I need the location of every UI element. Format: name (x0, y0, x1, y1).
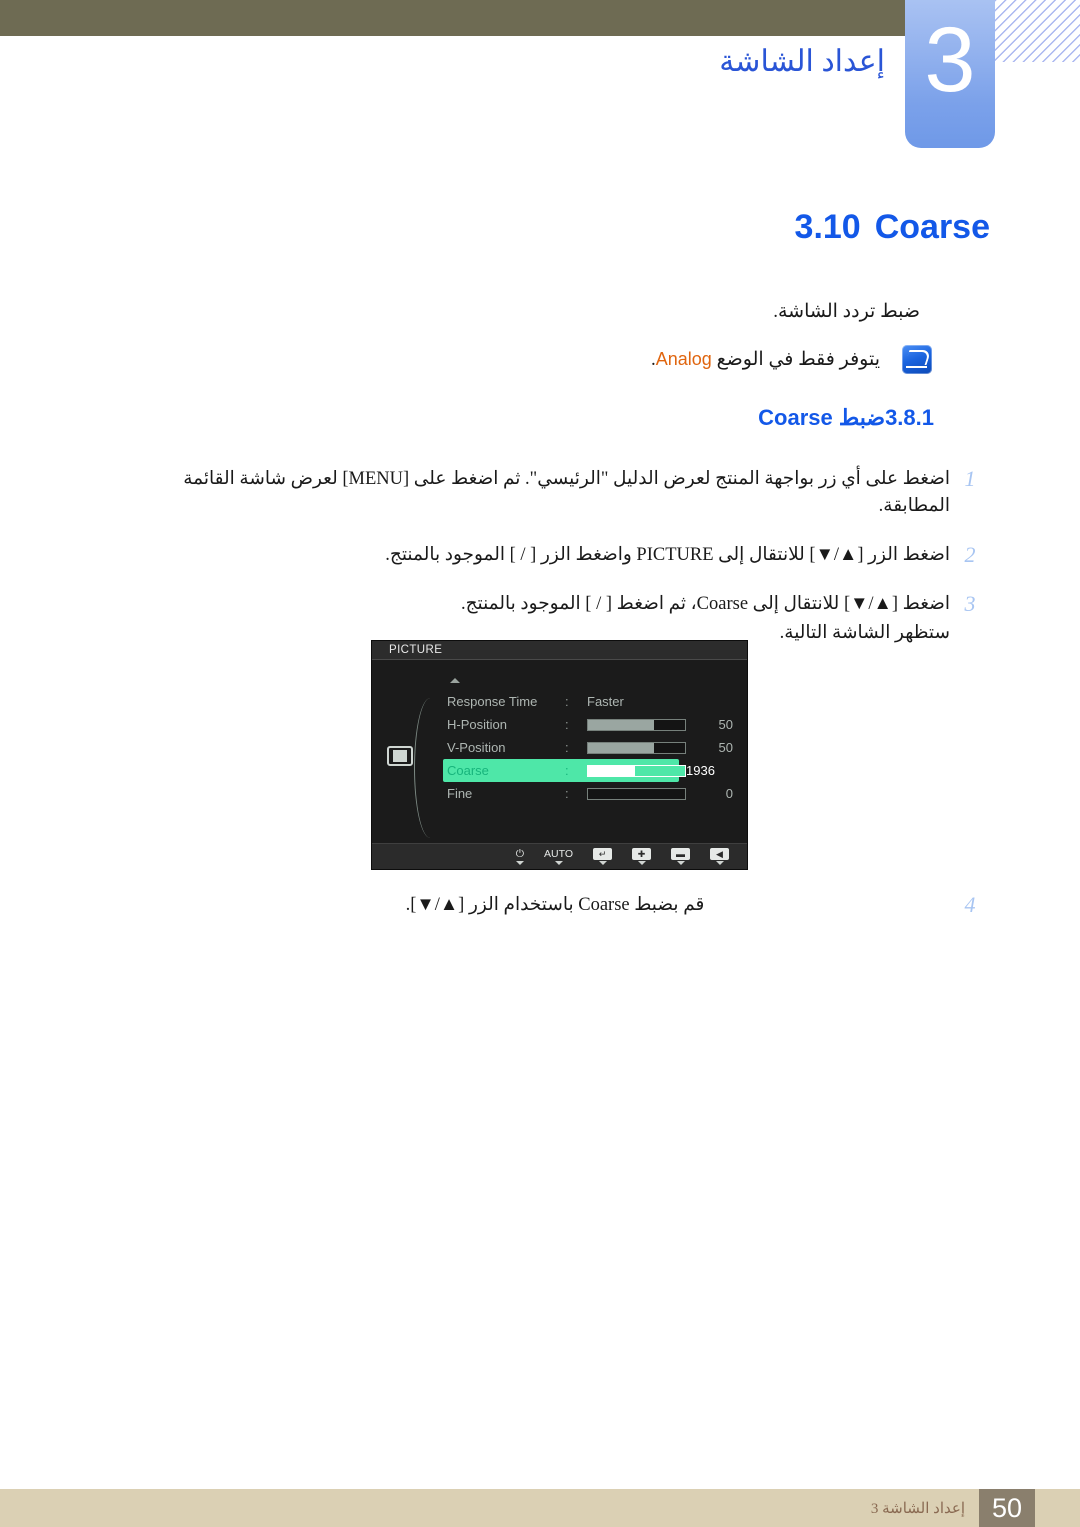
step-text: اضغط على أي زر بواجهة المنتج لعرض الدليل… (183, 469, 950, 516)
osd-row-value: 50 (718, 717, 733, 732)
osd-row-colon: : (565, 717, 569, 732)
step-text-group: اضغط [▲/▼] للانتقال إلى Coarse، ثم اضغط … (160, 591, 950, 648)
caret-down-icon (515, 861, 524, 865)
power-button[interactable]: ⏻ (516, 848, 524, 865)
section-title-text: Coarse (874, 208, 990, 246)
caret-down-icon (637, 861, 646, 865)
step-number: 1 (964, 466, 976, 491)
osd-row-h-position[interactable]: H-Position : 50 (447, 713, 739, 736)
step-item: 4 قم بضبط Coarse باستخدام الزر [▲/▼]. (160, 892, 990, 919)
osd-row-value: 0 (725, 786, 733, 801)
osd-row-label: V-Position (447, 740, 506, 755)
subsection-label-en: Coarse (758, 405, 833, 430)
step-text: قم بضبط Coarse باستخدام الزر [▲/▼]. (405, 895, 705, 915)
note-callout: يتوفر فقط في الوضع Analog. (651, 345, 932, 374)
auto-label: AUTO (544, 848, 573, 860)
section-number: 3.10 (794, 208, 861, 246)
osd-slider-fill (588, 742, 654, 753)
step-item: 2 اضغط الزر [▲/▼] للانتقال إلى PICTURE و… (160, 542, 990, 569)
caret-down-icon (715, 861, 724, 865)
minus-icon: ▬ (671, 848, 690, 860)
minus-button[interactable]: ▬ (671, 848, 690, 865)
note-text: يتوفر فقط في الوضع Analog. (651, 348, 880, 371)
note-keyword: Analog (655, 349, 712, 369)
step-item: 1 اضغط على أي زر بواجهة المنتج لعرض الدل… (160, 466, 990, 520)
note-pencil-icon (902, 345, 932, 374)
osd-slider[interactable] (587, 718, 686, 731)
chapter-title: إعداد الشاشة (719, 45, 885, 78)
osd-row-value: 50 (718, 740, 733, 755)
chapter-number-tab: 3 (905, 0, 995, 148)
page-number: 50 (979, 1489, 1035, 1527)
enter-icon: ↵ (593, 848, 612, 860)
step-text: اضغط الزر [▲/▼] للانتقال إلى PICTURE واض… (385, 545, 950, 565)
auto-button[interactable]: AUTO (544, 848, 573, 865)
step-number: 3 (964, 591, 976, 616)
note-prefix: يتوفر فقط في الوضع (716, 349, 880, 370)
subsection-label-ar: ضبط (838, 405, 886, 430)
caret-down-icon (676, 861, 685, 865)
osd-row-fine[interactable]: Fine : 0 (447, 782, 739, 805)
osd-screenshot: PICTURE Response Time : Faster H-Positio… (372, 641, 747, 869)
osd-row-colon: : (565, 786, 569, 801)
step-item: 3 اضغط [▲/▼] للانتقال إلى Coarse، ثم اضغ… (160, 591, 990, 648)
step-number: 2 (964, 542, 976, 567)
osd-title: PICTURE (372, 641, 747, 660)
decorative-stripes (995, 0, 1080, 62)
osd-menu-rows: Response Time : Faster H-Position : 50 V… (443, 690, 739, 805)
osd-slider[interactable] (587, 787, 686, 800)
osd-row-value: 1936 (686, 763, 715, 778)
page-title: 3.10 Coarse (795, 208, 990, 247)
osd-slider[interactable] (587, 764, 686, 777)
step-number: 4 (964, 892, 976, 917)
caret-down-icon (554, 861, 563, 865)
subsection-number: 3.8.1 (885, 405, 934, 430)
step-text: اضغط [▲/▼] للانتقال إلى Coarse، ثم اضغط … (460, 594, 950, 614)
steps-list-continued: 4 قم بضبط Coarse باستخدام الزر [▲/▼]. (160, 892, 990, 941)
osd-decorative-arc (414, 698, 441, 838)
left-arrow-icon: ◀ (710, 848, 729, 860)
steps-list: 1 اضغط على أي زر بواجهة المنتج لعرض الدل… (160, 466, 990, 670)
plus-button[interactable]: ✚ (632, 848, 651, 865)
footer-text: إعداد الشاشة 3 (870, 1501, 965, 1517)
osd-scroll-up-icon (450, 678, 460, 683)
left-arrow-button[interactable]: ◀ (710, 848, 729, 865)
osd-row-v-position[interactable]: V-Position : 50 (447, 736, 739, 759)
header-band (0, 0, 920, 36)
osd-row-response-time[interactable]: Response Time : Faster (447, 690, 739, 713)
osd-row-label: Coarse (447, 763, 489, 778)
osd-slider-fill (588, 719, 654, 730)
power-icon: ⏻ (515, 848, 525, 860)
osd-button-bar: ⏻ AUTO ↵ ✚ ▬ ◀ (372, 843, 747, 869)
osd-row-coarse[interactable]: Coarse : 1936 (443, 759, 715, 782)
subsection-heading: 3.8.1ضبط Coarse (758, 405, 960, 431)
osd-row-label: H-Position (447, 717, 507, 732)
caret-down-icon (598, 861, 607, 865)
osd-row-colon: : (565, 740, 569, 755)
osd-slider[interactable] (587, 741, 686, 754)
osd-row-colon: : (565, 763, 569, 778)
osd-body: Response Time : Faster H-Position : 50 V… (372, 660, 747, 844)
plus-icon: ✚ (632, 848, 651, 860)
osd-row-colon: : (565, 694, 569, 709)
osd-row-label: Response Time (447, 694, 538, 709)
osd-row-label: Fine (447, 786, 473, 801)
picture-bars-icon (387, 746, 413, 766)
osd-slider-fill (588, 765, 635, 776)
intro-paragraph: ضبط تردد الشاشة. (773, 301, 920, 322)
osd-row-value: Faster (587, 694, 624, 709)
enter-button[interactable]: ↵ (593, 848, 612, 865)
